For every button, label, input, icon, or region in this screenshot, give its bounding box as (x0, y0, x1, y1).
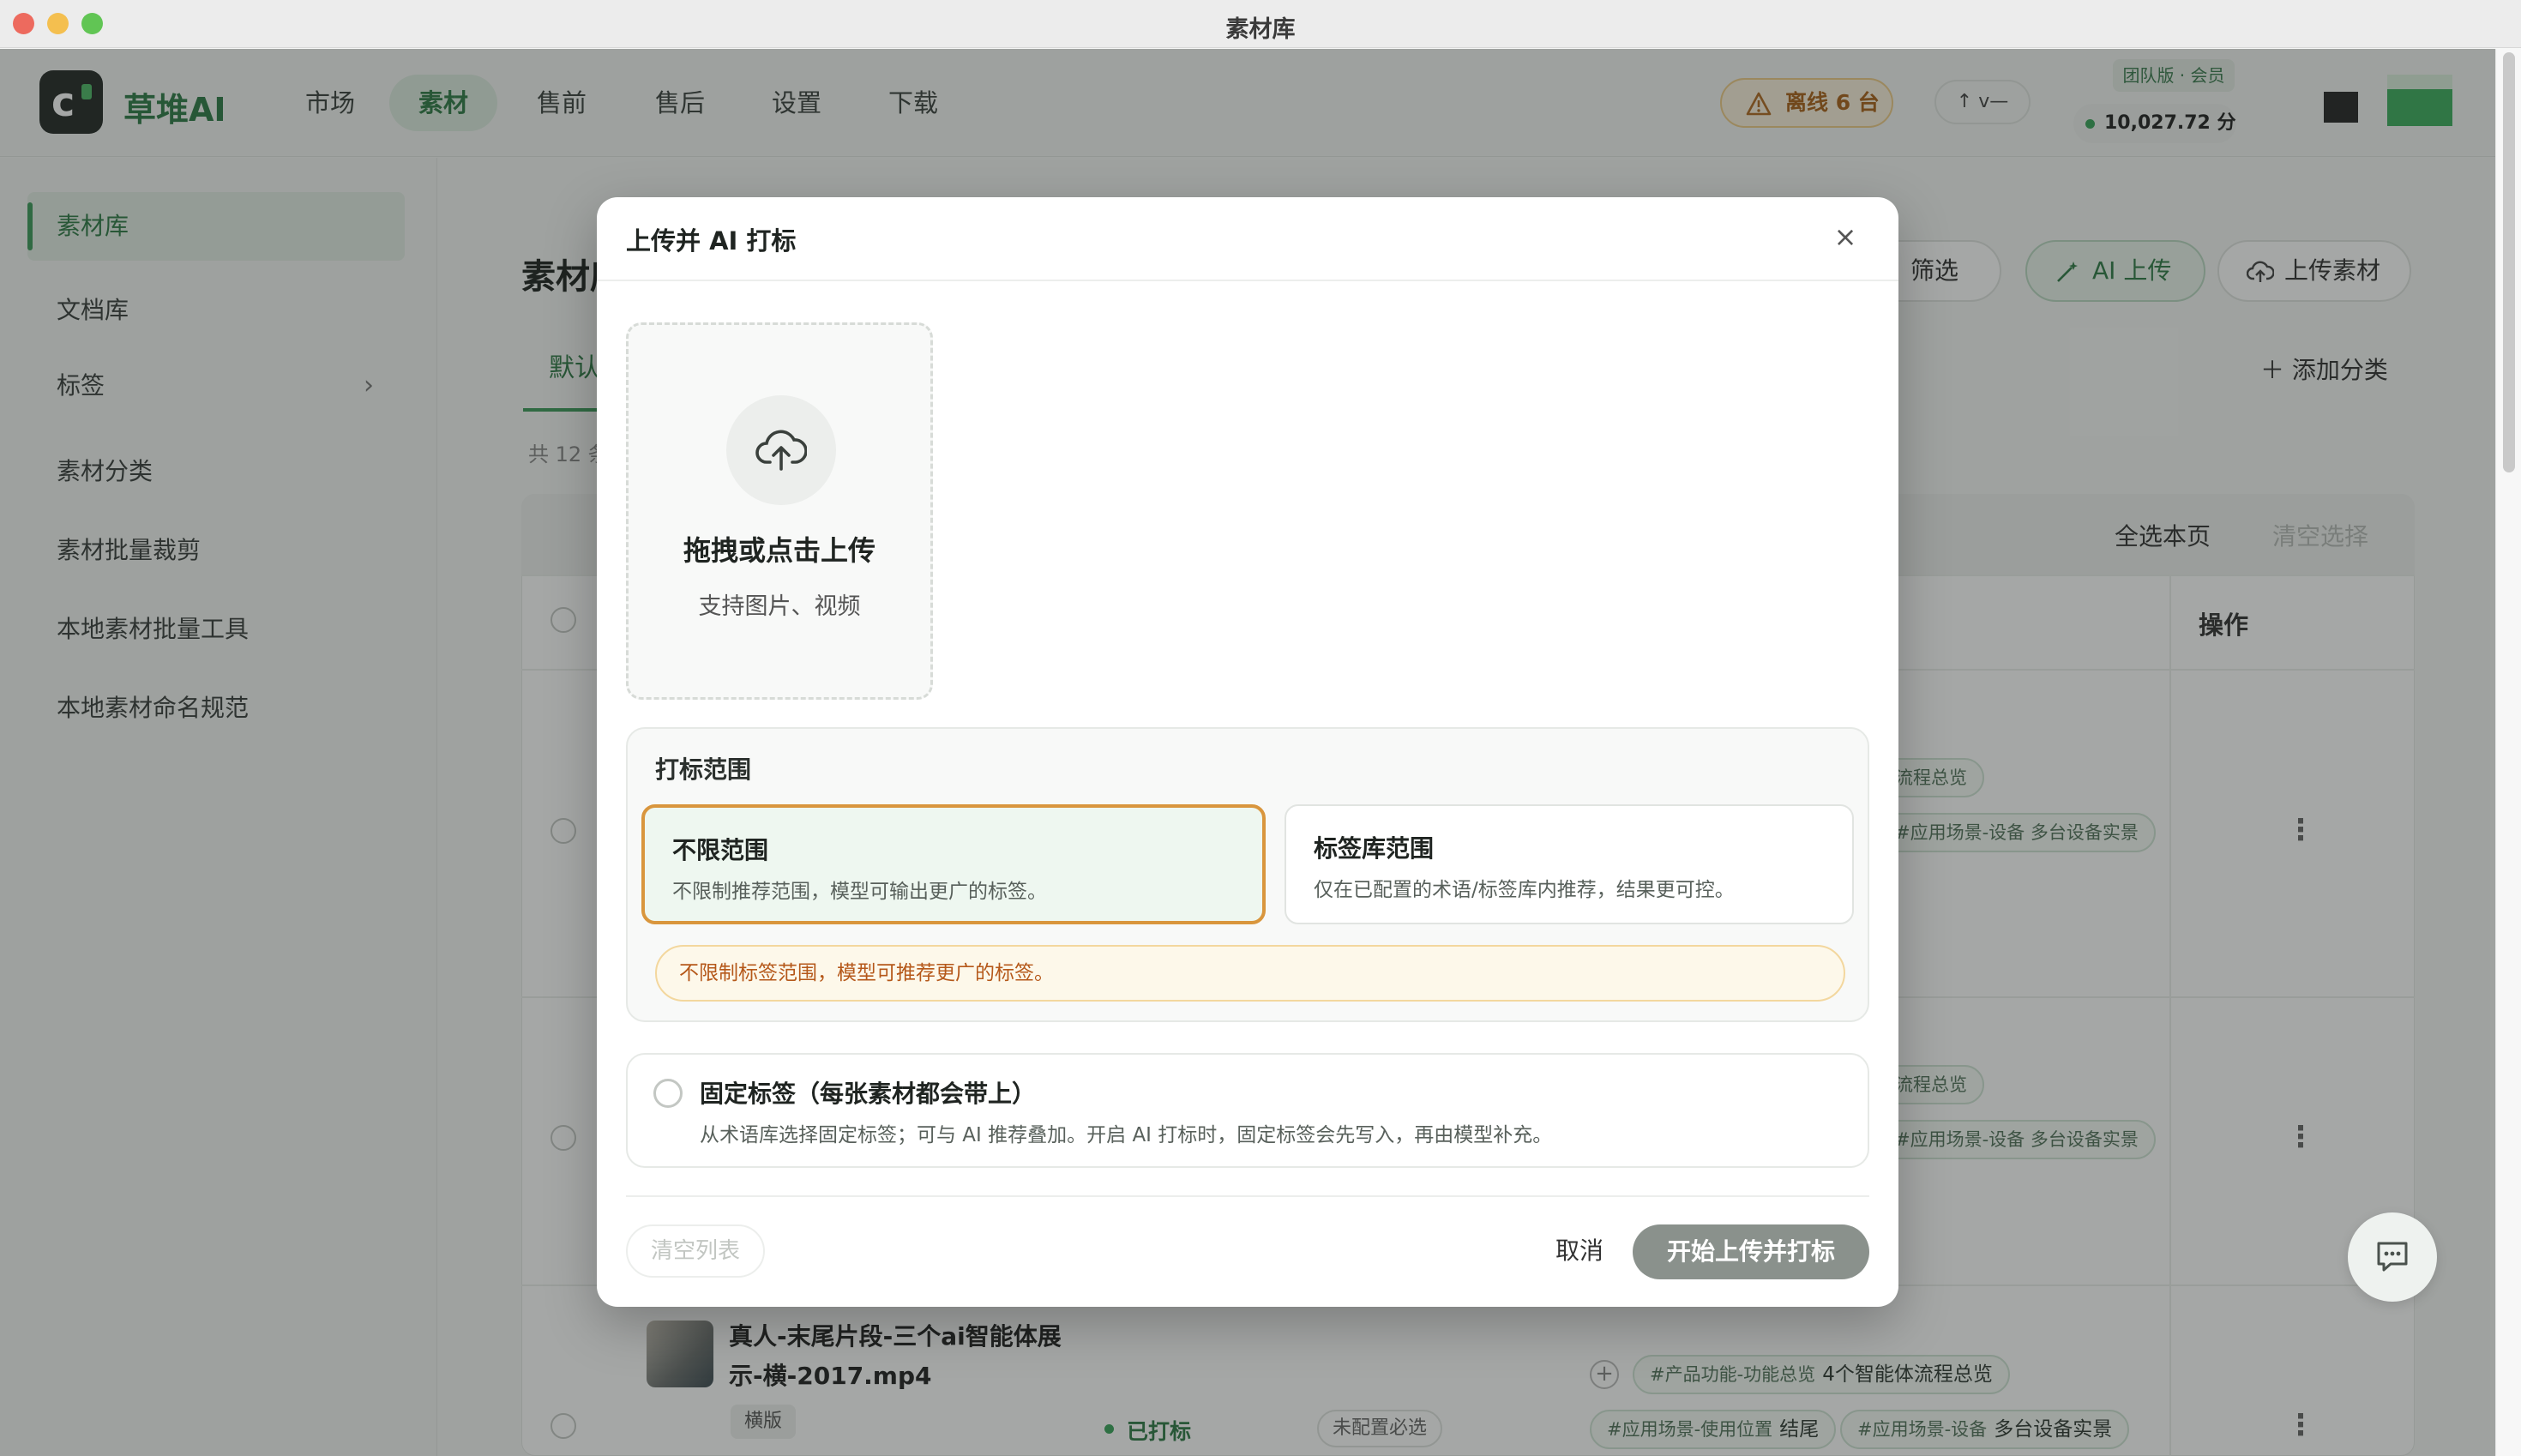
fixed-tags-title: 固定标签（每张素材都会带上） (700, 1080, 1037, 1108)
dropzone-subtitle: 支持图片、视频 (698, 593, 861, 620)
scope-title: 打标范围 (655, 755, 752, 784)
chat-button[interactable] (2348, 1212, 2437, 1302)
divider (626, 1195, 1869, 1197)
divider (597, 280, 1898, 281)
scope-option-desc: 不限制推荐范围，模型可输出更广的标签。 (672, 881, 1047, 903)
upload-dropzone[interactable]: 拖拽或点击上传 支持图片、视频 (626, 322, 933, 700)
window-titlebar: 素材库 (0, 0, 2521, 48)
fixed-tags-section[interactable]: 固定标签（每张素材都会带上） 从术语库选择固定标签；可与 AI 推荐叠加。开启 … (626, 1053, 1869, 1168)
start-upload-button[interactable]: 开始上传并打标 (1633, 1224, 1869, 1279)
scope-option-library[interactable]: 标签库范围 仅在已配置的术语/标签库内推荐，结果更可控。 (1285, 804, 1854, 924)
dialog-title: 上传并 AI 打标 (626, 226, 797, 256)
cloud-upload-icon (726, 395, 836, 505)
scope-hint: 不限制标签范围，模型可推荐更广的标签。 (655, 945, 1845, 1002)
tagging-scope-section: 打标范围 不限范围 不限制推荐范围，模型可输出更广的标签。 标签库范围 仅在已配… (626, 727, 1869, 1022)
dropzone-title: 拖拽或点击上传 (683, 534, 875, 567)
clear-list-button[interactable]: 清空列表 (626, 1224, 765, 1278)
scope-option-unlimited[interactable]: 不限范围 不限制推荐范围，模型可输出更广的标签。 (641, 804, 1266, 924)
scrollbar-thumb[interactable] (2503, 52, 2515, 472)
scope-option-title: 标签库范围 (1314, 834, 1435, 863)
page-scrollbar[interactable] (2495, 49, 2521, 1456)
scope-option-desc: 仅在已配置的术语/标签库内推荐，结果更可控。 (1314, 879, 1735, 901)
upload-ai-tag-dialog: 上传并 AI 打标 × 拖拽或点击上传 支持图片、视频 打标范围 不限范围 不限… (597, 197, 1898, 1307)
fixed-tags-desc: 从术语库选择固定标签；可与 AI 推荐叠加。开启 AI 打标时，固定标签会先写入… (700, 1124, 1553, 1146)
chat-icon (2377, 1242, 2408, 1272)
cancel-button[interactable]: 取消 (1526, 1224, 1633, 1278)
window-title: 素材库 (1225, 16, 1296, 43)
scope-option-title: 不限范围 (672, 836, 769, 864)
close-icon[interactable]: × (1828, 220, 1862, 254)
fixed-tags-radio[interactable] (653, 1079, 683, 1108)
